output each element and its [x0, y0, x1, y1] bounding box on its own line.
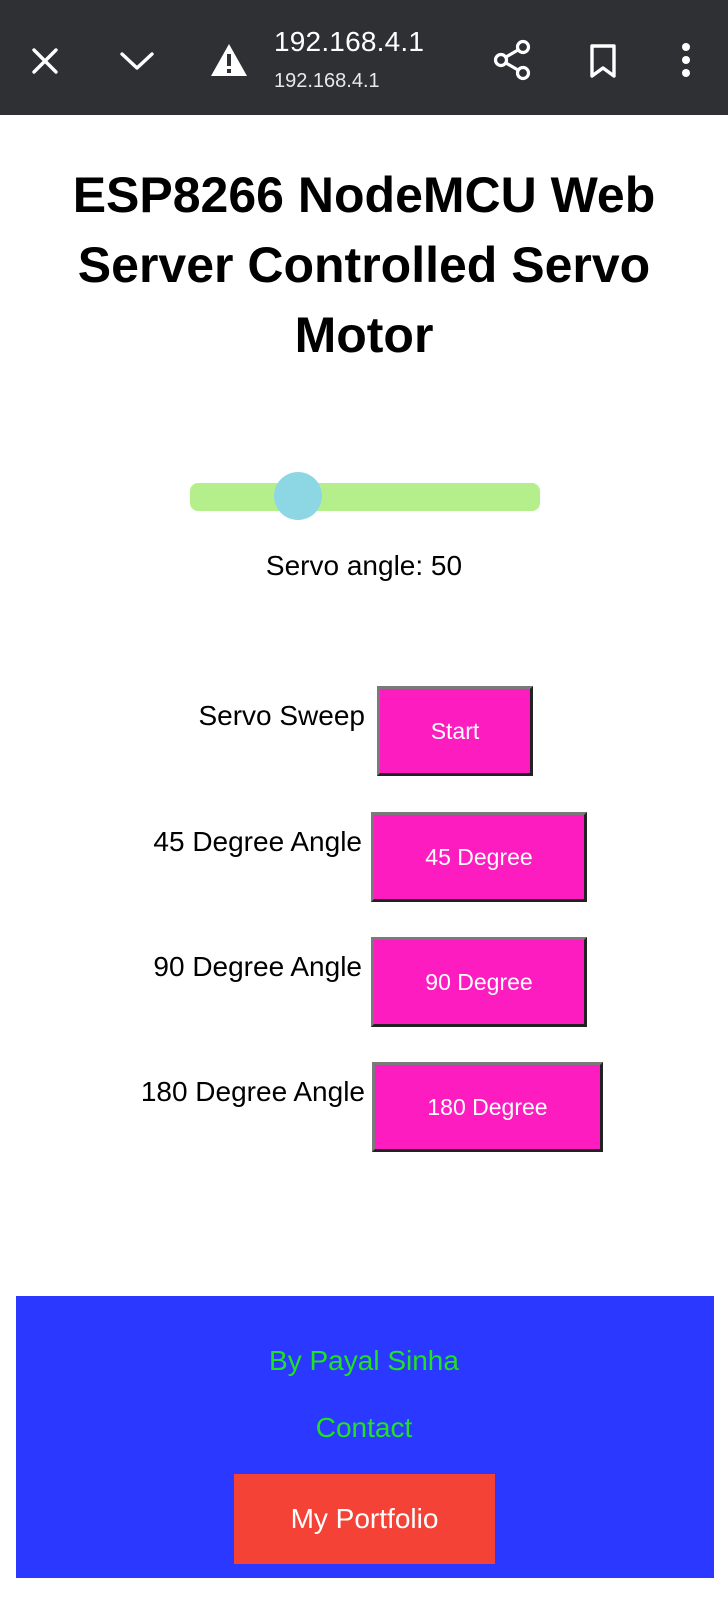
servo-slider[interactable]	[190, 483, 540, 511]
servo-angle-readout: Servo angle: 50	[265, 550, 463, 581]
footer-author: By Payal Sinha	[269, 1345, 459, 1376]
45-degree-label: 45 Degree Angle	[153, 826, 362, 857]
180-degree-label: 180 Degree Angle	[140, 1076, 365, 1107]
portfolio-button[interactable]: My Portfolio	[234, 1474, 495, 1564]
servo-sweep-label: Servo Sweep	[198, 700, 365, 731]
warning-icon[interactable]	[205, 36, 253, 84]
more-vert-icon[interactable]	[668, 36, 704, 84]
page-title: ESP8266 NodeMCU Web Server Controlled Se…	[72, 167, 656, 363]
close-icon[interactable]	[22, 38, 68, 84]
url-title[interactable]: 192.168.4.1	[274, 26, 424, 58]
url-subtitle[interactable]: 192.168.4.1	[274, 70, 380, 93]
bookmark-icon[interactable]	[580, 38, 626, 84]
share-icon[interactable]	[488, 36, 536, 84]
start-sweep-button[interactable]: Start	[377, 686, 533, 776]
90-degree-label: 90 Degree Angle	[153, 951, 362, 982]
browser-toolbar: 192.168.4.1 192.168.4.1	[0, 0, 728, 115]
90-degree-button[interactable]: 90 Degree	[371, 937, 587, 1027]
servo-slider-thumb[interactable]	[273, 472, 322, 520]
180-degree-button[interactable]: 180 Degree	[372, 1062, 603, 1152]
45-degree-button[interactable]: 45 Degree	[371, 812, 587, 902]
contact-link[interactable]: Contact	[0, 1412, 728, 1444]
chevron-down-icon[interactable]	[112, 38, 162, 84]
